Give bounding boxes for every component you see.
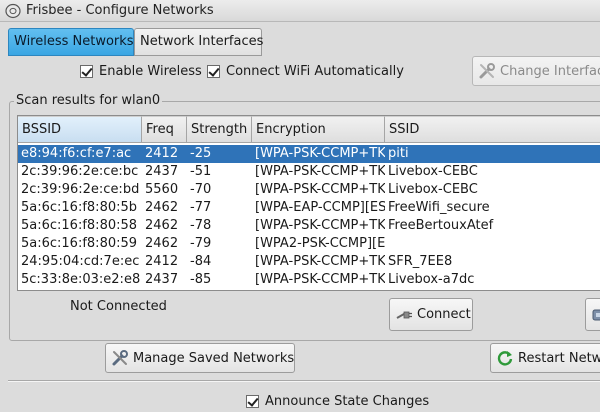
scan-results-table[interactable]: BSSID Freq Strength Encryption SSID e8:9… <box>17 115 600 291</box>
cell-ssid: FreeWifi_secure <box>388 200 490 215</box>
column-header-bssid[interactable]: BSSID <box>18 116 142 143</box>
table-row[interactable]: 2c:39:96:2e:ce:bd 5560 -70 [WPA-PSK-CCMP+TK… <box>18 181 600 199</box>
cell-freq: 2462 <box>145 218 179 233</box>
table-row[interactable]: 2c:39:96:2e:ce:bc 2437 -51 [WPA-PSK-CCMP+TK… <box>18 163 600 181</box>
cell-encryption: [WPA-PSK-CCMP+TKIP] <box>255 182 385 197</box>
cell-bssid: e8:94:f6:cf:e7:ac <box>21 146 132 161</box>
cell-encryption: [WPA2-PSK-CCMP][ESS] <box>255 236 385 251</box>
manage-saved-networks-button[interactable]: Manage Saved Networks <box>105 343 295 373</box>
table-row[interactable]: 5a:6c:16:f8:80:58 2462 -78 [WPA-PSK-CCMP+TK… <box>18 217 600 235</box>
tools-icon <box>112 350 128 366</box>
plug-icon <box>396 311 412 319</box>
cell-bssid: 5a:6c:16:f8:80:59 <box>21 236 138 251</box>
announce-state-option[interactable]: Announce State Changes <box>246 392 429 410</box>
cell-freq: 2462 <box>145 236 179 251</box>
title-bar: Frisbee - Configure Networks <box>0 0 600 22</box>
cell-bssid: 5a:6c:16:f8:80:5b <box>21 200 138 215</box>
change-interface-button[interactable]: Change Interface <box>472 56 600 86</box>
cell-bssid: 2c:39:96:2e:ce:bd <box>21 182 140 197</box>
cell-encryption: [WPA-PSK-CCMP+TKIP] <box>255 164 385 179</box>
cell-strength: -79 <box>190 236 212 251</box>
connect-label: Connect <box>417 307 471 322</box>
cell-freq: 2437 <box>145 164 179 179</box>
tab-network-interfaces[interactable]: Network Interfaces <box>134 28 263 56</box>
cell-encryption: [WPA-PSK-CCMP+TKIP] <box>255 218 385 233</box>
cell-bssid: 24:95:04:cd:7e:ec <box>21 254 140 269</box>
column-header-ssid[interactable]: SSID <box>385 116 600 143</box>
connect-auto-checkbox[interactable] <box>207 64 220 78</box>
cell-strength: -78 <box>190 218 212 233</box>
table-row[interactable]: 5c:33:8e:03:e2:e8 2437 -85 [WPA-PSK-CCMP+TK… <box>18 271 600 289</box>
scan-results-title: Scan results for wlan0 <box>14 93 163 108</box>
cell-encryption: [WPA-PSK-CCMP+TKIP] <box>255 254 385 269</box>
cell-encryption: [WPA-EAP-CCMP][ESS] <box>255 200 385 215</box>
cell-freq: 2412 <box>145 146 179 161</box>
cell-bssid: 5a:6c:16:f8:80:58 <box>21 218 138 233</box>
connect-auto-label: Connect WiFi Automatically <box>226 63 404 79</box>
tab-wireless-networks[interactable]: Wireless Networks <box>8 28 134 56</box>
cell-ssid: piti <box>388 146 409 161</box>
manage-saved-networks-label: Manage Saved Networks <box>133 350 295 366</box>
table-row[interactable]: e8:94:f6:cf:e7:ac 2412 -25 [WPA-PSK-CCMP+TK… <box>18 145 600 163</box>
connection-status: Not Connected <box>70 299 167 314</box>
column-header-strength[interactable]: Strength <box>187 116 252 143</box>
separator <box>8 380 600 382</box>
enable-wireless-option[interactable]: Enable Wireless <box>80 62 202 80</box>
network-icon <box>592 309 600 320</box>
cell-strength: -85 <box>190 272 212 287</box>
refresh-icon <box>497 351 513 366</box>
cell-strength: -25 <box>190 146 212 161</box>
table-row[interactable]: 5a:6c:16:f8:80:5b 2462 -77 [WPA-EAP-CCMP][E… <box>18 199 600 217</box>
cell-ssid: Livebox-a7dc <box>388 272 475 287</box>
frisbee-icon <box>5 3 21 19</box>
cell-ssid: Livebox-CEBC <box>388 182 478 197</box>
announce-state-label: Announce State Changes <box>265 393 430 409</box>
connect-button[interactable]: Connect <box>389 298 473 331</box>
column-header-encryption[interactable]: Encryption <box>252 116 385 143</box>
cell-bssid: 2c:39:96:2e:ce:bc <box>21 164 139 179</box>
cell-bssid: 5c:33:8e:03:e2:e8 <box>21 272 141 287</box>
cell-encryption: [WPA-PSK-CCMP+TKIP] <box>255 146 385 161</box>
change-interface-label: Change Interface <box>500 63 600 79</box>
cell-strength: -70 <box>190 182 212 197</box>
disconnect-button[interactable] <box>585 298 600 331</box>
table-row[interactable]: 5a:6c:16:f8:80:59 2462 -79 [WPA2-PSK-CCMP][… <box>18 235 600 253</box>
cell-freq: 2412 <box>145 254 179 269</box>
restart-network-label: Restart Network <box>518 350 600 366</box>
tools-icon <box>479 63 495 79</box>
cell-freq: 2462 <box>145 200 179 215</box>
cell-strength: -51 <box>190 164 212 179</box>
cell-ssid: FreeBertouxAtef <box>388 218 494 233</box>
connect-auto-option[interactable]: Connect WiFi Automatically <box>207 62 404 80</box>
cell-encryption: [WPA-PSK-CCMP+TKIP] <box>255 272 385 287</box>
cell-strength: -84 <box>190 254 212 269</box>
table-row[interactable]: 24:95:04:cd:7e:ec 2412 -84 [WPA-PSK-CCMP+TK… <box>18 253 600 271</box>
announce-state-checkbox[interactable] <box>246 394 259 408</box>
cell-ssid <box>385 235 600 253</box>
cell-ssid: SFR_7EE8 <box>388 254 453 269</box>
cell-freq: 5560 <box>145 182 179 197</box>
restart-network-button[interactable]: Restart Network <box>490 343 600 373</box>
cell-ssid: Livebox-CEBC <box>388 164 478 179</box>
table-header: BSSID Freq Strength Encryption SSID <box>18 116 600 143</box>
cell-strength: -77 <box>190 200 212 215</box>
enable-wireless-label: Enable Wireless <box>99 63 202 79</box>
cell-freq: 2437 <box>145 272 179 287</box>
column-header-freq[interactable]: Freq <box>142 116 187 143</box>
enable-wireless-checkbox[interactable] <box>80 64 93 78</box>
window-title: Frisbee - Configure Networks <box>26 3 214 18</box>
